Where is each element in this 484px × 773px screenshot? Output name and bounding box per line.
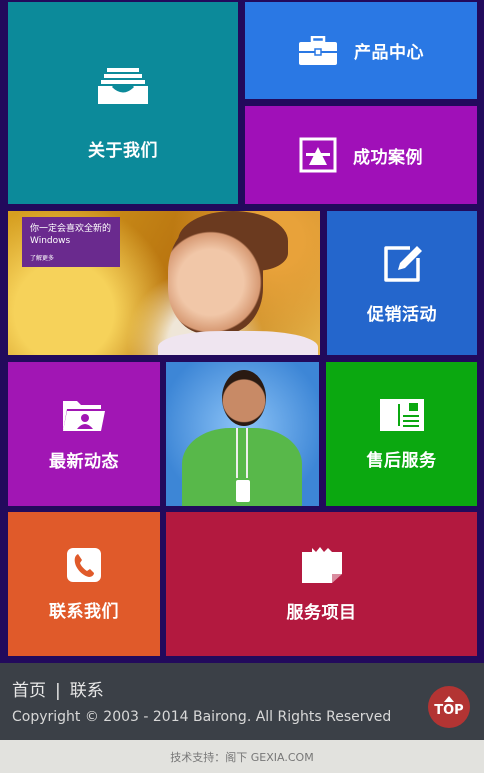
folder-person-icon <box>61 397 107 433</box>
tile-case[interactable]: 成功案例 <box>245 106 477 204</box>
tile-items[interactable]: 服务项目 <box>166 512 477 656</box>
tile-about[interactable]: 关于我们 <box>8 2 238 204</box>
banner-woman-face <box>168 219 263 334</box>
person-badge <box>236 480 250 502</box>
back-to-top-button[interactable]: TOP <box>428 686 470 728</box>
tech-support-text: 技术支持：阁下 GEXIA.COM <box>170 750 314 764</box>
tile-promo-label: 促销活动 <box>367 304 437 325</box>
tech-support-bar: 技术支持：阁下 GEXIA.COM <box>0 740 484 773</box>
tile-case-label: 成功案例 <box>353 147 423 168</box>
person-head <box>222 370 266 426</box>
footer: 首页 | 联系 Copyright © 2003 - 2014 Bairong. A… <box>0 663 484 740</box>
tile-service-label: 售后服务 <box>366 450 437 471</box>
box-crate-icon <box>299 137 337 173</box>
footer-separator: | <box>55 681 61 701</box>
person-photo-tile <box>166 362 319 506</box>
card-icon <box>379 398 425 432</box>
inbox-tray-icon <box>97 66 149 106</box>
tile-contact-label: 联系我们 <box>49 601 119 622</box>
tile-service[interactable]: 售后服务 <box>326 362 477 506</box>
tile-product[interactable]: 产品中心 <box>245 2 477 99</box>
note-icon <box>300 546 344 584</box>
tile-about-label: 关于我们 <box>88 140 158 161</box>
top-label: TOP <box>434 703 464 718</box>
copyright-text: Copyright © 2003 - 2014 Bairong. All Rig… <box>12 709 392 725</box>
tile-contact[interactable]: 联系我们 <box>8 512 160 656</box>
tile-news[interactable]: 最新动态 <box>8 362 160 506</box>
tile-promo[interactable]: 促销活动 <box>327 211 477 355</box>
arrow-up-icon <box>444 696 454 702</box>
tile-news-label: 最新动态 <box>49 451 119 472</box>
tile-items-label: 服务项目 <box>286 602 357 623</box>
banner-woman-blouse <box>158 331 318 355</box>
phone-icon <box>66 547 102 583</box>
windows-banner[interactable]: 你一定会喜欢全新的 Windows 了解更多 <box>8 211 320 355</box>
banner-caption-box: 你一定会喜欢全新的 Windows 了解更多 <box>22 217 120 267</box>
footer-nav: 首页 | 联系 <box>12 676 104 701</box>
tile-product-label: 产品中心 <box>354 43 424 63</box>
banner-line2: Windows <box>30 236 71 246</box>
banner-line1: 你一定会喜欢全新的 <box>30 224 112 234</box>
briefcase-icon <box>298 35 338 66</box>
person-lanyard <box>236 428 248 478</box>
footer-link-contact[interactable]: 联系 <box>70 681 104 701</box>
footer-link-home[interactable]: 首页 <box>12 681 46 701</box>
edit-pencil-icon <box>380 242 424 286</box>
banner-more-link[interactable]: 了解更多 <box>30 253 112 265</box>
